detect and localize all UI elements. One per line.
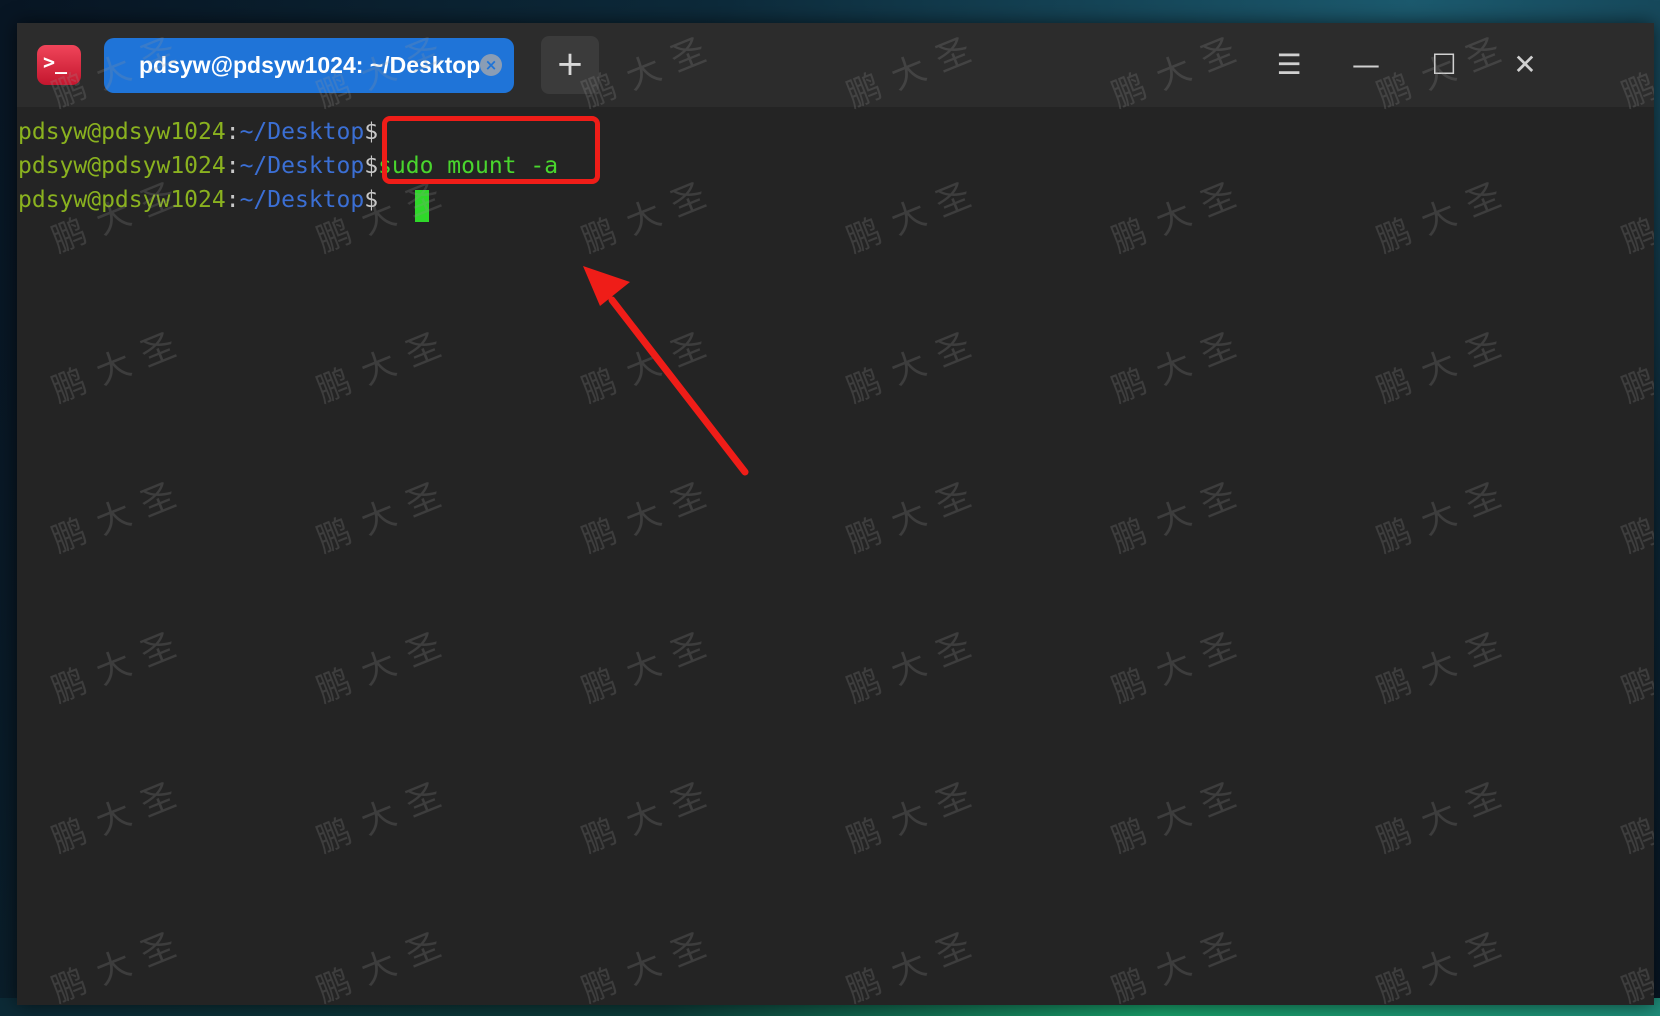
tab-label: pdsyw@pdsyw1024: ~/Desktop — [139, 52, 481, 78]
prompt-colon: : — [225, 119, 240, 145]
terminal-line: pdsyw@pdsyw1024:~/Desktop$ — [18, 114, 378, 150]
prompt-dollar: $ — [364, 119, 379, 145]
prompt-user: pdsyw@pdsyw1024 — [18, 119, 226, 145]
annotation-highlight-box — [382, 116, 600, 184]
prompt-path: ~/Desktop — [239, 119, 365, 145]
minimize-icon[interactable]: — — [1344, 43, 1388, 87]
tab-desktop[interactable]: pdsyw@pdsyw1024: ~/Desktop × — [104, 38, 514, 93]
prompt-user: pdsyw@pdsyw1024 — [18, 153, 226, 179]
close-icon[interactable]: ✕ — [1503, 43, 1547, 87]
terminal-line: pdsyw@pdsyw1024:~/Desktop$ — [18, 182, 378, 218]
terminal-output[interactable]: pdsyw@pdsyw1024:~/Desktop$ pdsyw@pdsyw10… — [17, 107, 1654, 1005]
prompt-dollar: $ — [364, 187, 379, 213]
prompt-path: ~/Desktop — [239, 153, 365, 179]
prompt-colon: : — [225, 153, 240, 179]
tab-close-icon[interactable]: × — [480, 54, 502, 76]
maximize-icon[interactable]: ☐ — [1422, 43, 1466, 87]
prompt-colon: : — [225, 187, 240, 213]
terminal-window: >_ pdsyw@pdsyw1024: ~/Desktop × + ☰ — ☐ … — [17, 23, 1654, 1005]
terminal-cursor — [415, 190, 429, 222]
titlebar: >_ pdsyw@pdsyw1024: ~/Desktop × + ☰ — ☐ … — [17, 23, 1654, 107]
prompt-user: pdsyw@pdsyw1024 — [18, 187, 226, 213]
new-tab-button[interactable]: + — [541, 36, 599, 94]
prompt-dollar: $ — [364, 153, 379, 179]
menu-icon[interactable]: ☰ — [1267, 43, 1311, 87]
terminal-app-icon[interactable]: >_ — [37, 45, 81, 85]
prompt-path: ~/Desktop — [239, 187, 365, 213]
